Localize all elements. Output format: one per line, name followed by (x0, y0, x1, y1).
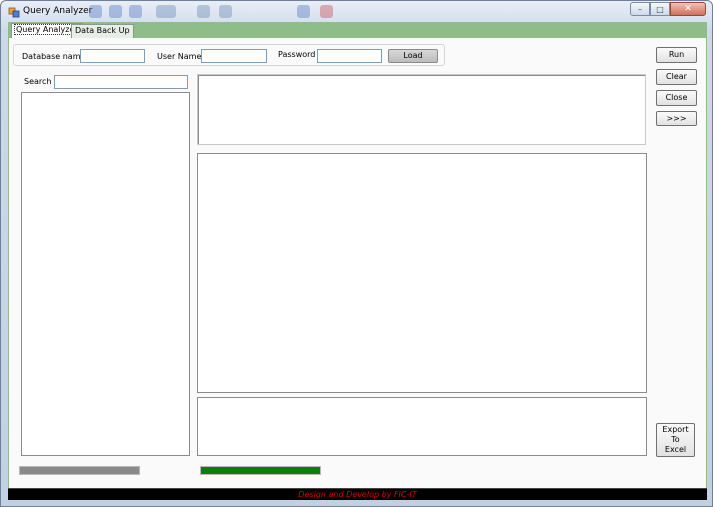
toolbar-ghost-icon (297, 5, 310, 18)
window-title: Query Analyzer (23, 6, 93, 16)
app-icon (8, 7, 20, 18)
toolbar-ghost-icon (219, 5, 232, 18)
database-object-list[interactable] (21, 92, 190, 456)
tab-label: Query Analyzer (14, 24, 80, 35)
database-name-label: Database name (22, 52, 86, 61)
status-bar: Design and Develop by FIC-IT (8, 488, 707, 500)
password-label: Password (278, 50, 316, 59)
toolbar-ghost-icon (156, 5, 176, 18)
export-label-line-2: To (671, 435, 680, 444)
results-grid[interactable] (197, 153, 647, 393)
toolbar-ghost-icon (197, 5, 210, 18)
tab-label: Data Back Up (75, 26, 130, 35)
tab-data-back-up[interactable]: Data Back Up (71, 24, 134, 38)
clear-button[interactable]: Clear (656, 69, 697, 85)
search-input[interactable] (54, 75, 188, 89)
left-progress-bar (19, 466, 140, 475)
export-label-line-3: Excel (664, 445, 687, 454)
window-controls: – □ ✕ (630, 2, 706, 16)
right-progress-bar (200, 466, 321, 475)
password-input[interactable] (317, 49, 382, 63)
user-name-label: User Name (157, 52, 202, 61)
status-credit-text: Design and Develop by FIC-IT (298, 490, 417, 499)
minimize-button[interactable]: – (630, 2, 650, 16)
search-label: Search (24, 77, 52, 86)
database-name-input[interactable] (80, 49, 145, 63)
toolbar-ghost-icon (320, 5, 333, 18)
right-progress-fill (201, 467, 320, 474)
maximize-button[interactable]: □ (650, 2, 670, 16)
toolbar-ghost-icon (129, 5, 142, 18)
toolbar-ghost-icon (89, 5, 102, 18)
tab-strip: Query Analyzer Data Back Up (8, 22, 707, 38)
export-to-excel-button[interactable]: Export To Excel (656, 423, 695, 457)
messages-box[interactable] (197, 397, 647, 456)
more-button[interactable]: >>> (656, 111, 697, 126)
load-button[interactable]: Load (388, 49, 438, 63)
query-text-area[interactable] (197, 74, 646, 145)
left-progress-fill (20, 467, 139, 474)
export-label-line-1: Export (662, 425, 689, 434)
run-button[interactable]: Run (656, 47, 697, 63)
close-window-button[interactable]: ✕ (670, 2, 706, 16)
close-button[interactable]: Close (656, 90, 697, 106)
title-bar[interactable]: Query Analyzer – □ ✕ (1, 1, 712, 23)
user-name-input[interactable] (201, 49, 267, 63)
toolbar-ghost-icon (109, 5, 122, 18)
